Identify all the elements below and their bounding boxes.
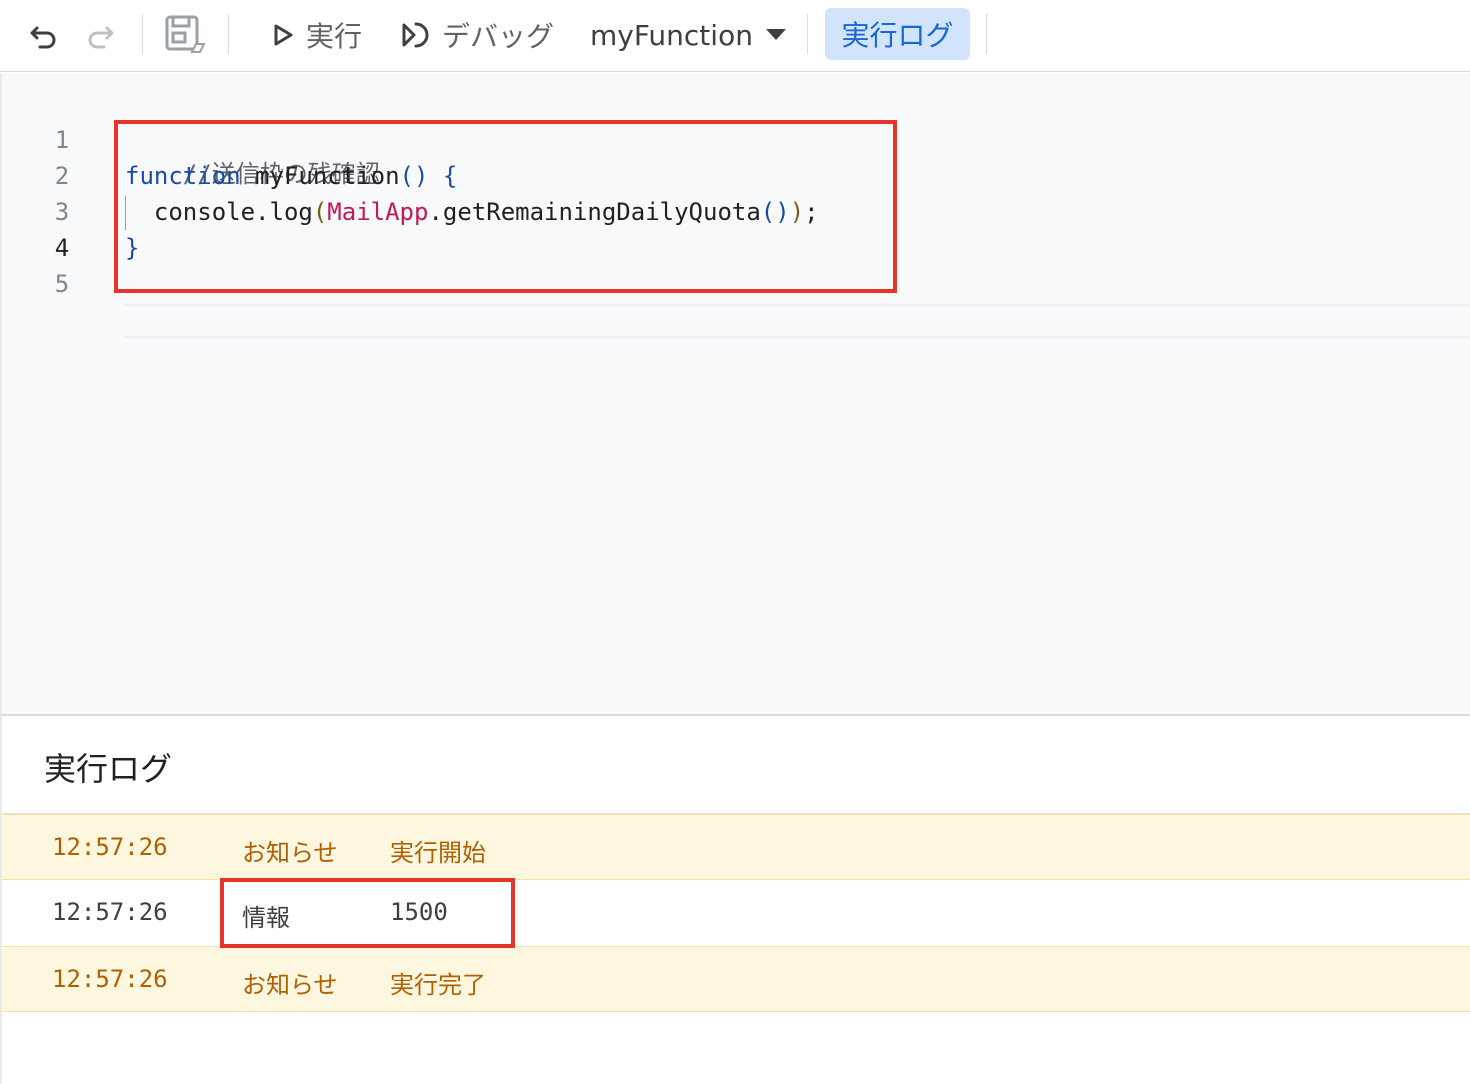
- log-panel-title: 実行ログ: [44, 750, 173, 788]
- code-editor[interactable]: 1 2 3 4 5 //送信枠の残確認 function myFunction(…: [0, 73, 1470, 714]
- play-icon: [270, 22, 296, 48]
- function-select[interactable]: myFunction: [590, 14, 787, 56]
- log-time: 12:57:26: [52, 898, 168, 926]
- log-type: お知らせ: [242, 971, 338, 999]
- line-number: 3: [54, 198, 70, 226]
- log-message: 実行開始: [390, 839, 486, 867]
- line-number: 5: [54, 270, 70, 298]
- log-type: お知らせ: [242, 839, 338, 867]
- line-number: 4: [54, 234, 70, 262]
- line-number: 2: [54, 162, 70, 190]
- current-line-highlight: [125, 304, 1470, 338]
- run-button[interactable]: 実行: [270, 14, 362, 56]
- toolbar-divider: [142, 14, 143, 54]
- chevron-down-icon: [765, 28, 787, 42]
- save-drive-icon[interactable]: [164, 14, 206, 54]
- debug-icon: [400, 19, 434, 51]
- line-number: 1: [54, 126, 70, 154]
- redo-icon[interactable]: [84, 20, 116, 52]
- log-row: 12:57:26 お知らせ 実行完了: [2, 946, 1470, 1012]
- log-time: 12:57:26: [52, 833, 168, 861]
- function-select-value: myFunction: [590, 18, 753, 52]
- execution-log-button-label: 実行ログ: [841, 19, 954, 52]
- log-row: 12:57:26 お知らせ 実行開始: [2, 814, 1470, 880]
- toolbar-divider: [986, 14, 987, 54]
- debug-button[interactable]: デバッグ: [400, 14, 554, 56]
- log-highlight-box: [220, 878, 515, 948]
- log-message: 実行完了: [390, 971, 486, 999]
- toolbar: 実行 デバッグ myFunction 実行ログ: [0, 0, 1470, 72]
- log-time: 12:57:26: [52, 965, 168, 993]
- toolbar-divider: [228, 14, 229, 54]
- debug-label: デバッグ: [442, 20, 555, 53]
- undo-icon[interactable]: [28, 20, 60, 52]
- code-highlight-box: [114, 120, 897, 293]
- toolbar-divider: [807, 14, 808, 54]
- execution-log-panel: 実行ログ 12:57:26 お知らせ 実行開始 12:57:26 情報 1500…: [0, 714, 1470, 1084]
- run-label: 実行: [306, 20, 363, 53]
- execution-log-button[interactable]: 実行ログ: [825, 8, 970, 60]
